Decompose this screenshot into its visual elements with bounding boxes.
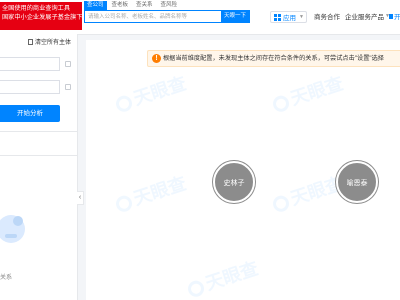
divider: [0, 131, 77, 132]
warning-icon: !: [152, 54, 161, 63]
doc-icon: [389, 13, 393, 19]
nav-business-cooperation[interactable]: 商务合作: [314, 11, 340, 21]
no-relation-notice: ! 根据当前维度配置，未发现主体之间存在符合条件的关系，可尝试点击"设置"选择: [147, 50, 400, 67]
nav-enterprise-services[interactable]: 企业服务产品 ▼: [345, 11, 390, 21]
person-node[interactable]: 喻恩泰: [336, 161, 378, 203]
watermark: 天眼查: [269, 169, 346, 216]
subject-field-1[interactable]: [0, 57, 63, 77]
chevron-left-icon: ‹: [78, 194, 82, 201]
watermark-text: 天眼查: [203, 258, 261, 294]
start-analysis-button[interactable]: 开始分析: [0, 105, 60, 122]
brand-subtitle: 国家中小企业发展子基金旗下机构: [2, 14, 82, 21]
top-header: 全国使用的商业查询工具 国家中小企业发展子基金旗下机构 查公司 查老板 查关系 …: [0, 0, 400, 35]
watermark: 天眼查: [112, 169, 189, 216]
trash-icon: [27, 38, 33, 45]
tab-company[interactable]: 查公司: [84, 1, 107, 10]
watermark-text: 天眼查: [288, 73, 346, 109]
search-type-tabs: 查公司 查老板 查关系 查风险: [84, 1, 180, 10]
watermark-text: 天眼查: [131, 173, 189, 209]
subject-input-1[interactable]: [0, 63, 63, 77]
search-box: 天眼一下: [84, 10, 250, 23]
clear-all-button[interactable]: 清空所有主体: [27, 37, 71, 46]
nav-cut-off-label: 开: [394, 14, 400, 21]
watermark: 天眼查: [112, 69, 189, 116]
remove-icon[interactable]: [65, 84, 71, 90]
grid-icon: [274, 13, 281, 21]
brand-logo[interactable]: 全国使用的商业查询工具 国家中小企业发展子基金旗下机构: [0, 2, 82, 30]
app-menu-label: 应用: [283, 15, 296, 22]
subject-sidebar: 清空所有主体 开始分析 关系: [0, 34, 78, 300]
empty-state-illustration: [0, 215, 25, 243]
subject-input-2[interactable]: [0, 86, 63, 100]
relation-graph-canvas[interactable]: 天眼查 天眼查 天眼查 天眼查 天眼查 ! 根据当前维度配置，未发现主体之间存在…: [86, 40, 400, 300]
clear-all-label: 清空所有主体: [34, 40, 71, 46]
app-menu-button[interactable]: 应用 ▼: [270, 11, 307, 23]
tab-risk[interactable]: 查风险: [158, 1, 181, 10]
relation-label: 关系: [0, 275, 13, 281]
divider: [0, 155, 77, 156]
remove-icon[interactable]: [65, 61, 71, 67]
nav-cut-off-item[interactable]: 开: [389, 11, 400, 21]
person-node[interactable]: 史林子: [213, 161, 255, 203]
search-button[interactable]: 天眼一下: [221, 11, 249, 22]
notice-text: 根据当前维度配置，未发现主体之间存在符合条件的关系，可尝试点击"设置"选择: [163, 55, 384, 62]
watermark: 天眼查: [184, 254, 261, 300]
search-input[interactable]: [85, 11, 229, 22]
subject-field-2[interactable]: [0, 80, 63, 100]
chevron-down-icon: ▼: [299, 14, 304, 20]
watermark-text: 天眼查: [131, 73, 189, 109]
collapse-sidebar-button[interactable]: ‹: [77, 191, 84, 205]
watermark: 天眼查: [269, 69, 346, 116]
brand-slogan: 全国使用的商业查询工具: [2, 5, 71, 12]
tab-relation[interactable]: 查关系: [133, 1, 156, 10]
tab-boss[interactable]: 查老板: [109, 1, 132, 10]
nav-enterprise-services-label: 企业服务产品: [345, 14, 384, 21]
